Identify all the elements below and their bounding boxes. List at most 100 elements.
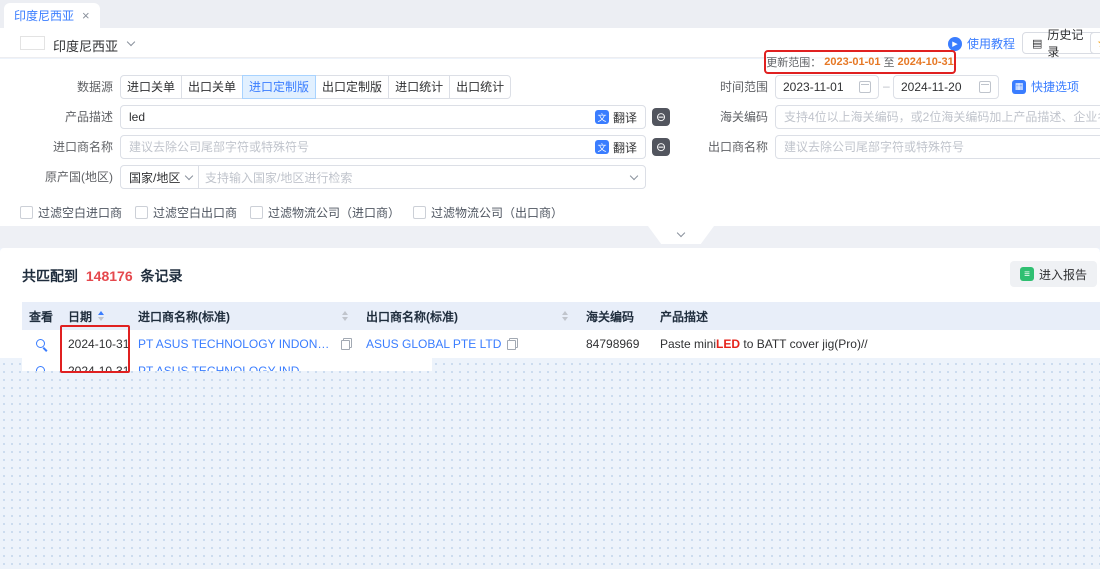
header-importer-label: 进口商名称(标准) bbox=[138, 308, 230, 325]
header-hs-code: 海关编码 bbox=[578, 302, 652, 330]
origin-type-select[interactable]: 国家/地区 bbox=[121, 166, 199, 188]
segment-export-docs[interactable]: 出口关单 bbox=[181, 75, 243, 99]
header-exporter-label: 出口商名称(标准) bbox=[366, 308, 458, 325]
panel-gap bbox=[0, 226, 1100, 248]
filter-logistics-importer[interactable]: 过滤物流公司（进口商） bbox=[250, 204, 400, 221]
importer-label: 进口商名称 bbox=[10, 135, 113, 159]
time-range-label: 时间范围 bbox=[676, 75, 768, 99]
date-column-annotation bbox=[60, 325, 130, 373]
filter-blank-importer[interactable]: 过滤空白进口商 bbox=[20, 204, 122, 221]
origin-search-placeholder[interactable]: 支持输入国家/地区进行检索 bbox=[205, 169, 625, 186]
search-form-panel: 数据源 进口关单 出口关单 进口定制版 出口定制版 进口统计 出口统计 时间范围… bbox=[0, 59, 1100, 226]
sort-icon bbox=[342, 311, 348, 321]
tab-indonesia[interactable]: 印度尼西亚 × bbox=[4, 3, 100, 28]
tutorial-link[interactable]: ▶ 使用教程 bbox=[948, 35, 1015, 52]
results-summary: 共匹配到 148176 条记录 bbox=[22, 266, 183, 286]
summary-prefix: 共匹配到 bbox=[22, 268, 78, 284]
desc-text: Paste mini bbox=[660, 337, 716, 351]
checkbox-icon[interactable] bbox=[250, 206, 263, 219]
datasource-label: 数据源 bbox=[10, 75, 113, 99]
importer-input[interactable] bbox=[129, 140, 589, 154]
table-header-row: 查看 日期 进口商名称(标准) 出口商名称(标准) 海关编码 产品描述 bbox=[22, 302, 1100, 330]
chevron-down-icon[interactable] bbox=[127, 38, 135, 46]
history-label: 历史记录 bbox=[1047, 26, 1090, 60]
sort-icon bbox=[562, 311, 568, 321]
quick-options-label: 快捷选项 bbox=[1031, 78, 1079, 95]
segment-export-stats[interactable]: 出口统计 bbox=[449, 75, 511, 99]
hs-code-field bbox=[775, 105, 1100, 129]
filter-label: 过滤空白进口商 bbox=[38, 204, 122, 221]
close-icon[interactable]: × bbox=[82, 9, 90, 22]
enter-report-button[interactable]: ≡ 进入报告 bbox=[1010, 261, 1097, 287]
search-icon[interactable] bbox=[36, 339, 47, 350]
translate-button[interactable]: 文 翻译 bbox=[595, 109, 637, 126]
origin-country-field: 国家/地区 支持输入国家/地区进行检索 bbox=[120, 165, 646, 189]
importer-field: 文 翻译 bbox=[120, 135, 646, 159]
exclude-toggle-icon[interactable]: ⊖ bbox=[652, 138, 670, 156]
segment-export-custom[interactable]: 出口定制版 bbox=[315, 75, 389, 99]
translate-icon: 文 bbox=[595, 140, 609, 154]
update-start-date: 2023-01-01 bbox=[824, 56, 880, 68]
chevron-down-icon bbox=[185, 171, 193, 179]
checkbox-icon[interactable] bbox=[20, 206, 33, 219]
country-name: 印度尼西亚 bbox=[53, 36, 118, 55]
importer-link[interactable]: PT ASUS TECHNOLOGY INDONESIA BA... bbox=[138, 337, 335, 351]
hs-code-input[interactable] bbox=[784, 110, 1100, 124]
origin-country-label: 原产国(地区) bbox=[10, 165, 113, 189]
quick-options-button[interactable]: ▦ 快捷选项 bbox=[1012, 78, 1079, 95]
segment-import-stats[interactable]: 进口统计 bbox=[388, 75, 450, 99]
enter-report-label: 进入报告 bbox=[1039, 266, 1087, 283]
product-desc-field: 文 翻译 bbox=[120, 105, 646, 129]
filter-label: 过滤物流公司（出口商） bbox=[431, 204, 563, 221]
translate-button[interactable]: 文 翻译 bbox=[595, 139, 637, 156]
summary-suffix: 条记录 bbox=[141, 268, 183, 284]
report-icon: ≡ bbox=[1020, 267, 1034, 281]
copy-icon[interactable] bbox=[341, 338, 352, 350]
exporter-field bbox=[775, 135, 1100, 159]
header-exporter[interactable]: 出口商名称(标准) bbox=[358, 302, 578, 330]
origin-type-value: 国家/地区 bbox=[129, 169, 180, 186]
desc-keyword: LED bbox=[716, 337, 740, 351]
header-importer[interactable]: 进口商名称(标准) bbox=[130, 302, 358, 330]
exporter-input[interactable] bbox=[784, 140, 1100, 154]
exclude-toggle-icon[interactable]: ⊖ bbox=[652, 108, 670, 126]
product-desc-label: 产品描述 bbox=[10, 105, 113, 129]
filter-label: 过滤空白出口商 bbox=[153, 204, 237, 221]
cell-product-desc: Paste mini LED to BATT cover jig(Pro)// bbox=[652, 330, 1100, 358]
header-date-label: 日期 bbox=[68, 308, 92, 325]
filter-logistics-exporter[interactable]: 过滤物流公司（出口商） bbox=[413, 204, 563, 221]
cell-hs-code: 84798969 bbox=[578, 330, 652, 358]
search-icon[interactable] bbox=[36, 366, 47, 372]
translate-label: 翻译 bbox=[613, 139, 637, 156]
end-date-value: 2024-11-20 bbox=[901, 80, 973, 94]
play-circle-icon: ▶ bbox=[948, 37, 962, 51]
update-range-label: 更新范围： bbox=[766, 54, 821, 70]
filter-checkbox-row: 过滤空白进口商 过滤空白出口商 过滤物流公司（进口商） 过滤物流公司（出口商） bbox=[20, 204, 563, 221]
calendar-icon bbox=[859, 81, 871, 93]
end-date-input[interactable]: 2024-11-20 bbox=[893, 75, 999, 99]
exporter-link[interactable]: ASUS GLOBAL PTE LTD bbox=[366, 337, 501, 351]
chevron-down-icon bbox=[677, 229, 685, 237]
filter-blank-exporter[interactable]: 过滤空白出口商 bbox=[135, 204, 237, 221]
header-view: 查看 bbox=[22, 302, 60, 330]
indonesia-flag-icon bbox=[20, 36, 45, 50]
history-button[interactable]: ▤ 历史记录 bbox=[1022, 32, 1100, 54]
history-icon: ▤ bbox=[1032, 37, 1042, 50]
start-date-value: 2023-11-01 bbox=[783, 80, 853, 94]
checkbox-icon[interactable] bbox=[135, 206, 148, 219]
datasource-button-group: 进口关单 出口关单 进口定制版 出口定制版 进口统计 出口统计 bbox=[120, 75, 511, 99]
segment-import-docs[interactable]: 进口关单 bbox=[120, 75, 182, 99]
record-count: 148176 bbox=[82, 268, 137, 284]
translate-icon: 文 bbox=[595, 110, 609, 124]
tab-bar: 印度尼西亚 × bbox=[0, 0, 1100, 28]
start-date-input[interactable]: 2023-11-01 bbox=[775, 75, 879, 99]
favorite-button[interactable]: ★ bbox=[1090, 32, 1100, 54]
importer-link[interactable]: PT ASUS TECHNOLOGY IND bbox=[138, 364, 299, 371]
update-range-to: 至 bbox=[884, 54, 895, 70]
checkbox-icon[interactable] bbox=[413, 206, 426, 219]
copy-icon[interactable] bbox=[507, 338, 518, 350]
product-desc-input[interactable] bbox=[129, 110, 589, 124]
segment-import-custom[interactable]: 进口定制版 bbox=[242, 75, 316, 99]
hs-code-label: 海关编码 bbox=[676, 105, 768, 129]
date-separator: – bbox=[883, 79, 890, 93]
